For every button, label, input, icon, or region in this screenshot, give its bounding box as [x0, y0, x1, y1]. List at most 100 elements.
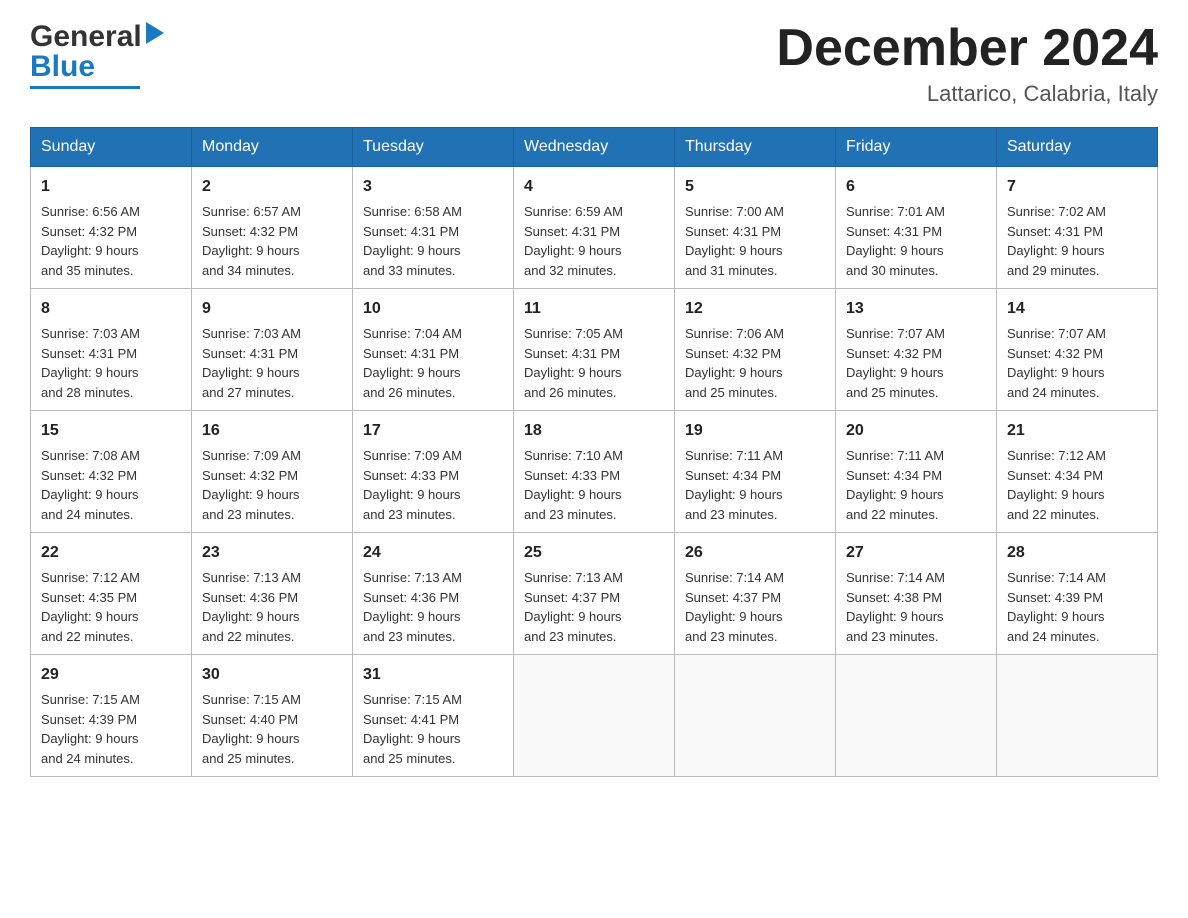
day-info: Sunrise: 7:14 AM Sunset: 4:38 PM Dayligh…: [846, 568, 986, 646]
day-number: 12: [685, 297, 825, 321]
day-info: Sunrise: 7:05 AM Sunset: 4:31 PM Dayligh…: [524, 324, 664, 402]
day-number: 25: [524, 541, 664, 565]
day-info: Sunrise: 7:09 AM Sunset: 4:32 PM Dayligh…: [202, 446, 342, 524]
day-number: 28: [1007, 541, 1147, 565]
day-number: 8: [41, 297, 181, 321]
day-number: 7: [1007, 175, 1147, 199]
calendar-day-cell: 29Sunrise: 7:15 AM Sunset: 4:39 PM Dayli…: [31, 655, 192, 777]
weekday-header-wednesday: Wednesday: [514, 128, 675, 167]
day-info: Sunrise: 7:01 AM Sunset: 4:31 PM Dayligh…: [846, 202, 986, 280]
day-number: 23: [202, 541, 342, 565]
logo: General Blue: [30, 20, 164, 89]
day-info: Sunrise: 7:13 AM Sunset: 4:36 PM Dayligh…: [363, 568, 503, 646]
day-number: 6: [846, 175, 986, 199]
day-number: 21: [1007, 419, 1147, 443]
logo-general-text: General: [30, 20, 142, 54]
day-info: Sunrise: 7:03 AM Sunset: 4:31 PM Dayligh…: [41, 324, 181, 402]
day-info: Sunrise: 7:02 AM Sunset: 4:31 PM Dayligh…: [1007, 202, 1147, 280]
day-number: 4: [524, 175, 664, 199]
day-info: Sunrise: 7:15 AM Sunset: 4:41 PM Dayligh…: [363, 690, 503, 768]
day-number: 27: [846, 541, 986, 565]
day-info: Sunrise: 7:00 AM Sunset: 4:31 PM Dayligh…: [685, 202, 825, 280]
calendar-day-cell: 12Sunrise: 7:06 AM Sunset: 4:32 PM Dayli…: [675, 289, 836, 411]
calendar-day-cell: 2 Sunrise: 6:57 AM Sunset: 4:32 PM Daylig…: [192, 167, 353, 289]
day-info: Sunrise: 7:15 AM Sunset: 4:40 PM Dayligh…: [202, 690, 342, 768]
calendar-day-cell: 5 Sunrise: 7:00 AM Sunset: 4:31 PM Daylig…: [675, 167, 836, 289]
day-info: Sunrise: 6:58 AM Sunset: 4:31 PM Dayligh…: [363, 202, 503, 280]
calendar-day-cell: 25Sunrise: 7:13 AM Sunset: 4:37 PM Dayli…: [514, 533, 675, 655]
day-info: Sunrise: 6:56 AM Sunset: 4:32 PM Dayligh…: [41, 202, 181, 280]
logo-triangle-icon: [146, 22, 164, 49]
calendar-week-row: 22 Sunrise: 7:12 AM Sunset: 4:35 PM Dayli…: [31, 533, 1158, 655]
calendar-body: 1 Sunrise: 6:56 AM Sunset: 4:32 PM Daylig…: [31, 167, 1158, 777]
day-number: 18: [524, 419, 664, 443]
day-info: Sunrise: 7:07 AM Sunset: 4:32 PM Dayligh…: [1007, 324, 1147, 402]
calendar-day-cell: 9Sunrise: 7:03 AM Sunset: 4:31 PM Daylig…: [192, 289, 353, 411]
calendar-day-cell: [675, 655, 836, 777]
day-info: Sunrise: 7:04 AM Sunset: 4:31 PM Dayligh…: [363, 324, 503, 402]
calendar-day-cell: 20 Sunrise: 7:11 AM Sunset: 4:34 PM Dayli…: [836, 411, 997, 533]
page-header: General Blue December 2024 Lattarico, Ca…: [30, 20, 1158, 107]
logo-blue-text: Blue: [30, 50, 95, 84]
weekday-header-friday: Friday: [836, 128, 997, 167]
day-number: 26: [685, 541, 825, 565]
day-number: 15: [41, 419, 181, 443]
weekday-header-saturday: Saturday: [997, 128, 1158, 167]
day-number: 3: [363, 175, 503, 199]
day-number: 2: [202, 175, 342, 199]
calendar-day-cell: 18 Sunrise: 7:10 AM Sunset: 4:33 PM Dayli…: [514, 411, 675, 533]
calendar-day-cell: 21Sunrise: 7:12 AM Sunset: 4:34 PM Dayli…: [997, 411, 1158, 533]
day-info: Sunrise: 6:57 AM Sunset: 4:32 PM Dayligh…: [202, 202, 342, 280]
calendar-day-cell: 17Sunrise: 7:09 AM Sunset: 4:33 PM Dayli…: [353, 411, 514, 533]
calendar-day-cell: [997, 655, 1158, 777]
day-info: Sunrise: 7:11 AM Sunset: 4:34 PM Dayligh…: [685, 446, 825, 524]
calendar-week-row: 8 Sunrise: 7:03 AM Sunset: 4:31 PM Daylig…: [31, 289, 1158, 411]
weekday-header-sunday: Sunday: [31, 128, 192, 167]
day-number: 10: [363, 297, 503, 321]
day-number: 19: [685, 419, 825, 443]
calendar-day-cell: 19 Sunrise: 7:11 AM Sunset: 4:34 PM Dayli…: [675, 411, 836, 533]
calendar-header: SundayMondayTuesdayWednesdayThursdayFrid…: [31, 128, 1158, 167]
calendar-week-row: 29Sunrise: 7:15 AM Sunset: 4:39 PM Dayli…: [31, 655, 1158, 777]
day-number: 31: [363, 663, 503, 687]
day-number: 20: [846, 419, 986, 443]
day-number: 29: [41, 663, 181, 687]
calendar-day-cell: 6 Sunrise: 7:01 AM Sunset: 4:31 PM Daylig…: [836, 167, 997, 289]
calendar-day-cell: 16 Sunrise: 7:09 AM Sunset: 4:32 PM Dayli…: [192, 411, 353, 533]
day-info: Sunrise: 6:59 AM Sunset: 4:31 PM Dayligh…: [524, 202, 664, 280]
calendar-week-row: 1 Sunrise: 6:56 AM Sunset: 4:32 PM Daylig…: [31, 167, 1158, 289]
calendar-day-cell: 10 Sunrise: 7:04 AM Sunset: 4:31 PM Dayli…: [353, 289, 514, 411]
calendar-day-cell: 30Sunrise: 7:15 AM Sunset: 4:40 PM Dayli…: [192, 655, 353, 777]
logo-underline: [30, 86, 140, 89]
day-number: 9: [202, 297, 342, 321]
calendar-day-cell: 1 Sunrise: 6:56 AM Sunset: 4:32 PM Daylig…: [31, 167, 192, 289]
day-number: 5: [685, 175, 825, 199]
day-number: 17: [363, 419, 503, 443]
calendar-day-cell: 13 Sunrise: 7:07 AM Sunset: 4:32 PM Dayli…: [836, 289, 997, 411]
day-number: 14: [1007, 297, 1147, 321]
day-info: Sunrise: 7:11 AM Sunset: 4:34 PM Dayligh…: [846, 446, 986, 524]
calendar-day-cell: 14 Sunrise: 7:07 AM Sunset: 4:32 PM Dayli…: [997, 289, 1158, 411]
day-number: 16: [202, 419, 342, 443]
calendar-day-cell: 7 Sunrise: 7:02 AM Sunset: 4:31 PM Daylig…: [997, 167, 1158, 289]
day-number: 22: [41, 541, 181, 565]
day-info: Sunrise: 7:08 AM Sunset: 4:32 PM Dayligh…: [41, 446, 181, 524]
day-number: 13: [846, 297, 986, 321]
day-number: 1: [41, 175, 181, 199]
day-info: Sunrise: 7:12 AM Sunset: 4:35 PM Dayligh…: [41, 568, 181, 646]
calendar-day-cell: 23Sunrise: 7:13 AM Sunset: 4:36 PM Dayli…: [192, 533, 353, 655]
calendar-week-row: 15 Sunrise: 7:08 AM Sunset: 4:32 PM Dayli…: [31, 411, 1158, 533]
weekday-header-tuesday: Tuesday: [353, 128, 514, 167]
calendar-day-cell: 4 Sunrise: 6:59 AM Sunset: 4:31 PM Daylig…: [514, 167, 675, 289]
calendar-day-cell: [514, 655, 675, 777]
day-info: Sunrise: 7:07 AM Sunset: 4:32 PM Dayligh…: [846, 324, 986, 402]
calendar-day-cell: 22 Sunrise: 7:12 AM Sunset: 4:35 PM Dayli…: [31, 533, 192, 655]
month-title: December 2024: [776, 20, 1158, 77]
calendar-day-cell: 31 Sunrise: 7:15 AM Sunset: 4:41 PM Dayli…: [353, 655, 514, 777]
weekday-header-thursday: Thursday: [675, 128, 836, 167]
weekday-header-row: SundayMondayTuesdayWednesdayThursdayFrid…: [31, 128, 1158, 167]
title-section: December 2024 Lattarico, Calabria, Italy: [776, 20, 1158, 107]
calendar-day-cell: 28Sunrise: 7:14 AM Sunset: 4:39 PM Dayli…: [997, 533, 1158, 655]
weekday-header-monday: Monday: [192, 128, 353, 167]
day-info: Sunrise: 7:10 AM Sunset: 4:33 PM Dayligh…: [524, 446, 664, 524]
